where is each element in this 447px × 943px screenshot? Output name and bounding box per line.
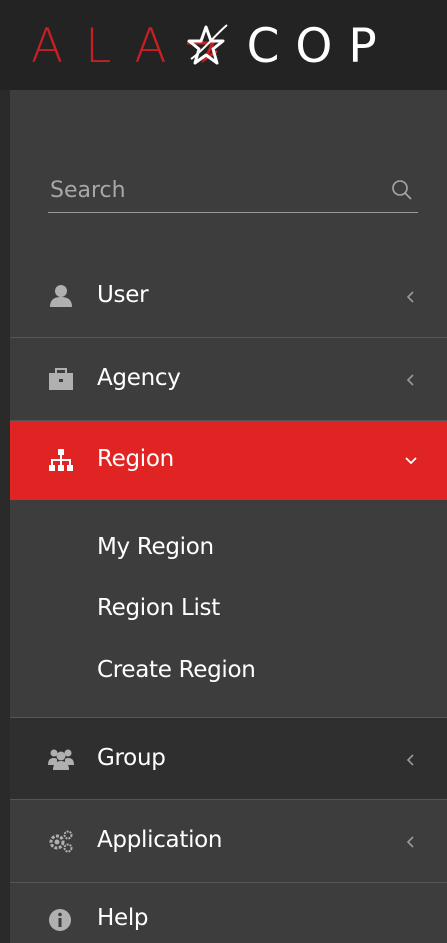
sitemap-icon	[49, 449, 73, 471]
search-input[interactable]	[48, 172, 370, 208]
sidebar-item-label: Application	[97, 827, 223, 853]
sidebar-item-application[interactable]: Application	[10, 800, 447, 883]
logo[interactable]: ALA COP	[31, 16, 393, 76]
chevron-left-icon	[406, 374, 414, 386]
chevron-left-icon	[406, 836, 414, 848]
region-submenu: My Region Region List Create Region	[10, 500, 447, 717]
sidebar-item-region[interactable]: Region	[10, 421, 447, 500]
sidebar-item-label: Agency	[97, 365, 181, 391]
sidebar-item-label: User	[97, 282, 149, 308]
sidebar-item-agency[interactable]: Agency	[10, 338, 447, 421]
logo-text-right: COP	[246, 18, 393, 74]
sidebar-item-user[interactable]: User	[10, 255, 447, 338]
search-icon[interactable]	[390, 178, 414, 202]
chevron-left-icon	[406, 754, 414, 766]
sidebar-item-help[interactable]: Help	[10, 883, 447, 943]
gears-icon	[49, 830, 73, 853]
star-logo-icon	[186, 24, 228, 65]
briefcase-icon	[49, 368, 73, 390]
chevron-down-icon	[405, 457, 417, 465]
info-icon	[49, 909, 71, 931]
sidebar-item-label: Group	[97, 745, 166, 771]
logo-text-left: ALA	[31, 18, 189, 74]
user-icon	[50, 285, 72, 307]
submenu-item-region-list[interactable]: Region List	[97, 595, 220, 621]
sidebar-edge	[0, 90, 10, 943]
search-box	[48, 168, 418, 213]
submenu-item-create-region[interactable]: Create Region	[97, 657, 256, 683]
header: ALA COP	[0, 0, 447, 90]
sidebar-item-label: Help	[97, 905, 149, 931]
chevron-left-icon	[406, 291, 414, 303]
submenu-item-my-region[interactable]: My Region	[97, 534, 214, 560]
users-icon	[48, 749, 74, 770]
sidebar-item-group[interactable]: Group	[10, 717, 447, 800]
sidebar-item-label: Region	[97, 446, 174, 472]
sidebar: ALA COP User	[0, 0, 447, 943]
